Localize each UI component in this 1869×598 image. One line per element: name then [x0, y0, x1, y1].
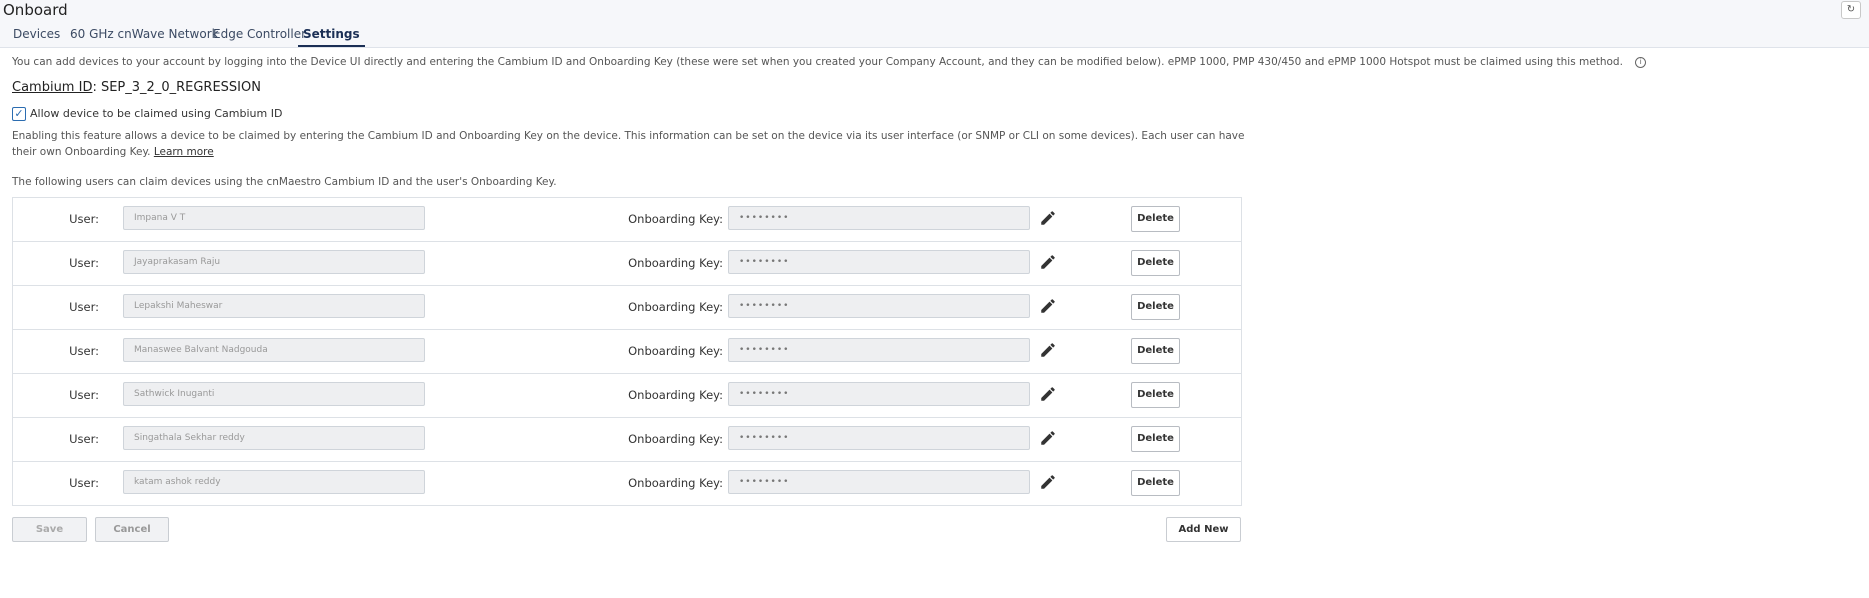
tab-devices[interactable]: Devices [13, 27, 60, 45]
onboarding-key-label: Onboarding Key: [628, 476, 723, 490]
allow-claim-label: Allow device to be claimed using Cambium… [30, 107, 283, 120]
cancel-button[interactable]: Cancel [95, 517, 169, 542]
user-field[interactable]: Sathwick Inuganti [123, 382, 425, 406]
delete-button[interactable]: Delete [1131, 294, 1180, 320]
cambium-id-separator: : [92, 80, 101, 95]
table-row: User: Sathwick Inuganti Onboarding Key: •••… [13, 374, 1241, 418]
feature-description: Enabling this feature allows a device to… [12, 128, 1252, 160]
onboarding-key-label: Onboarding Key: [628, 300, 723, 314]
user-label: User: [69, 476, 99, 490]
learn-more-link[interactable]: Learn more [154, 146, 214, 158]
onboarding-key-field[interactable]: •••••••• [728, 470, 1030, 494]
onboarding-key-label: Onboarding Key: [628, 344, 723, 358]
table-row: User: Lepakshi Maheswar Onboarding Key: •••… [13, 286, 1241, 330]
allow-claim-option: ✓ Allow device to be claimed using Cambiu… [12, 107, 282, 121]
save-button[interactable]: Save [12, 517, 87, 542]
user-field[interactable]: Lepakshi Maheswar [123, 294, 425, 318]
user-label: User: [69, 212, 99, 226]
users-note: The following users can claim devices us… [12, 176, 557, 188]
onboarding-key-field[interactable]: •••••••• [728, 206, 1030, 230]
cambium-id-value: SEP_3_2_0_REGRESSION [100, 80, 261, 95]
users-table: User: Impana V T Onboarding Key: •••••••• De… [12, 197, 1242, 506]
delete-button[interactable]: Delete [1131, 206, 1180, 232]
table-row: User: Manaswee Balvant Nadgouda Onboarding… [13, 330, 1241, 374]
delete-button[interactable]: Delete [1131, 426, 1180, 452]
onboarding-key-field[interactable]: •••••••• [728, 382, 1030, 406]
top-bar: Onboard ↻ Devices 60 GHz cnWave Network … [0, 0, 1869, 48]
onboarding-key-label: Onboarding Key: [628, 256, 723, 270]
onboarding-key-field[interactable]: •••••••• [728, 294, 1030, 318]
onboarding-key-label: Onboarding Key: [628, 212, 723, 226]
tab-60ghz-cnwave-network[interactable]: 60 GHz cnWave Network [70, 27, 219, 45]
pencil-icon[interactable] [1039, 209, 1057, 227]
onboarding-key-field[interactable]: •••••••• [728, 426, 1030, 450]
delete-button[interactable]: Delete [1131, 382, 1180, 408]
info-text: You can add devices to your account by l… [12, 56, 1647, 68]
tab-edge-controller[interactable]: Edge Controller [213, 27, 306, 45]
user-label: User: [69, 300, 99, 314]
table-row: User: Singathala Sekhar reddy Onboarding K… [13, 418, 1241, 462]
user-label: User: [69, 388, 99, 402]
user-label: User: [69, 256, 99, 270]
user-label: User: [69, 344, 99, 358]
cambium-id-label: Cambium ID [12, 80, 93, 95]
table-row: User: Impana V T Onboarding Key: •••••••• De… [13, 198, 1241, 242]
user-label: User: [69, 432, 99, 446]
add-new-button[interactable]: Add New [1166, 517, 1241, 542]
tab-settings[interactable]: Settings [298, 27, 365, 47]
user-field[interactable]: Impana V T [123, 206, 425, 230]
user-field[interactable]: Manaswee Balvant Nadgouda [123, 338, 425, 362]
delete-button[interactable]: Delete [1131, 338, 1180, 364]
pencil-icon[interactable] [1039, 253, 1057, 271]
page-title: Onboard [3, 1, 68, 19]
delete-button[interactable]: Delete [1131, 470, 1180, 496]
table-row: User: katam ashok reddy Onboarding Key: •••… [13, 462, 1241, 505]
pencil-icon[interactable] [1039, 473, 1057, 491]
delete-button[interactable]: Delete [1131, 250, 1180, 276]
info-icon[interactable]: i [1635, 56, 1647, 68]
user-field[interactable]: Jayaprakasam Raju [123, 250, 425, 274]
allow-claim-checkbox[interactable]: ✓ [12, 107, 26, 121]
pencil-icon[interactable] [1039, 429, 1057, 447]
refresh-icon[interactable]: ↻ [1841, 1, 1861, 19]
onboarding-key-field[interactable]: •••••••• [728, 250, 1030, 274]
user-field[interactable]: katam ashok reddy [123, 470, 425, 494]
onboarding-key-label: Onboarding Key: [628, 432, 723, 446]
table-row: User: Jayaprakasam Raju Onboarding Key: •••… [13, 242, 1241, 286]
user-field[interactable]: Singathala Sekhar reddy [123, 426, 425, 450]
info-text-content: You can add devices to your account by l… [12, 56, 1623, 68]
pencil-icon[interactable] [1039, 341, 1057, 359]
pencil-icon[interactable] [1039, 385, 1057, 403]
pencil-icon[interactable] [1039, 297, 1057, 315]
onboarding-key-field[interactable]: •••••••• [728, 338, 1030, 362]
onboarding-key-label: Onboarding Key: [628, 388, 723, 402]
cambium-id: Cambium ID: SEP_3_2_0_REGRESSION [12, 80, 261, 95]
